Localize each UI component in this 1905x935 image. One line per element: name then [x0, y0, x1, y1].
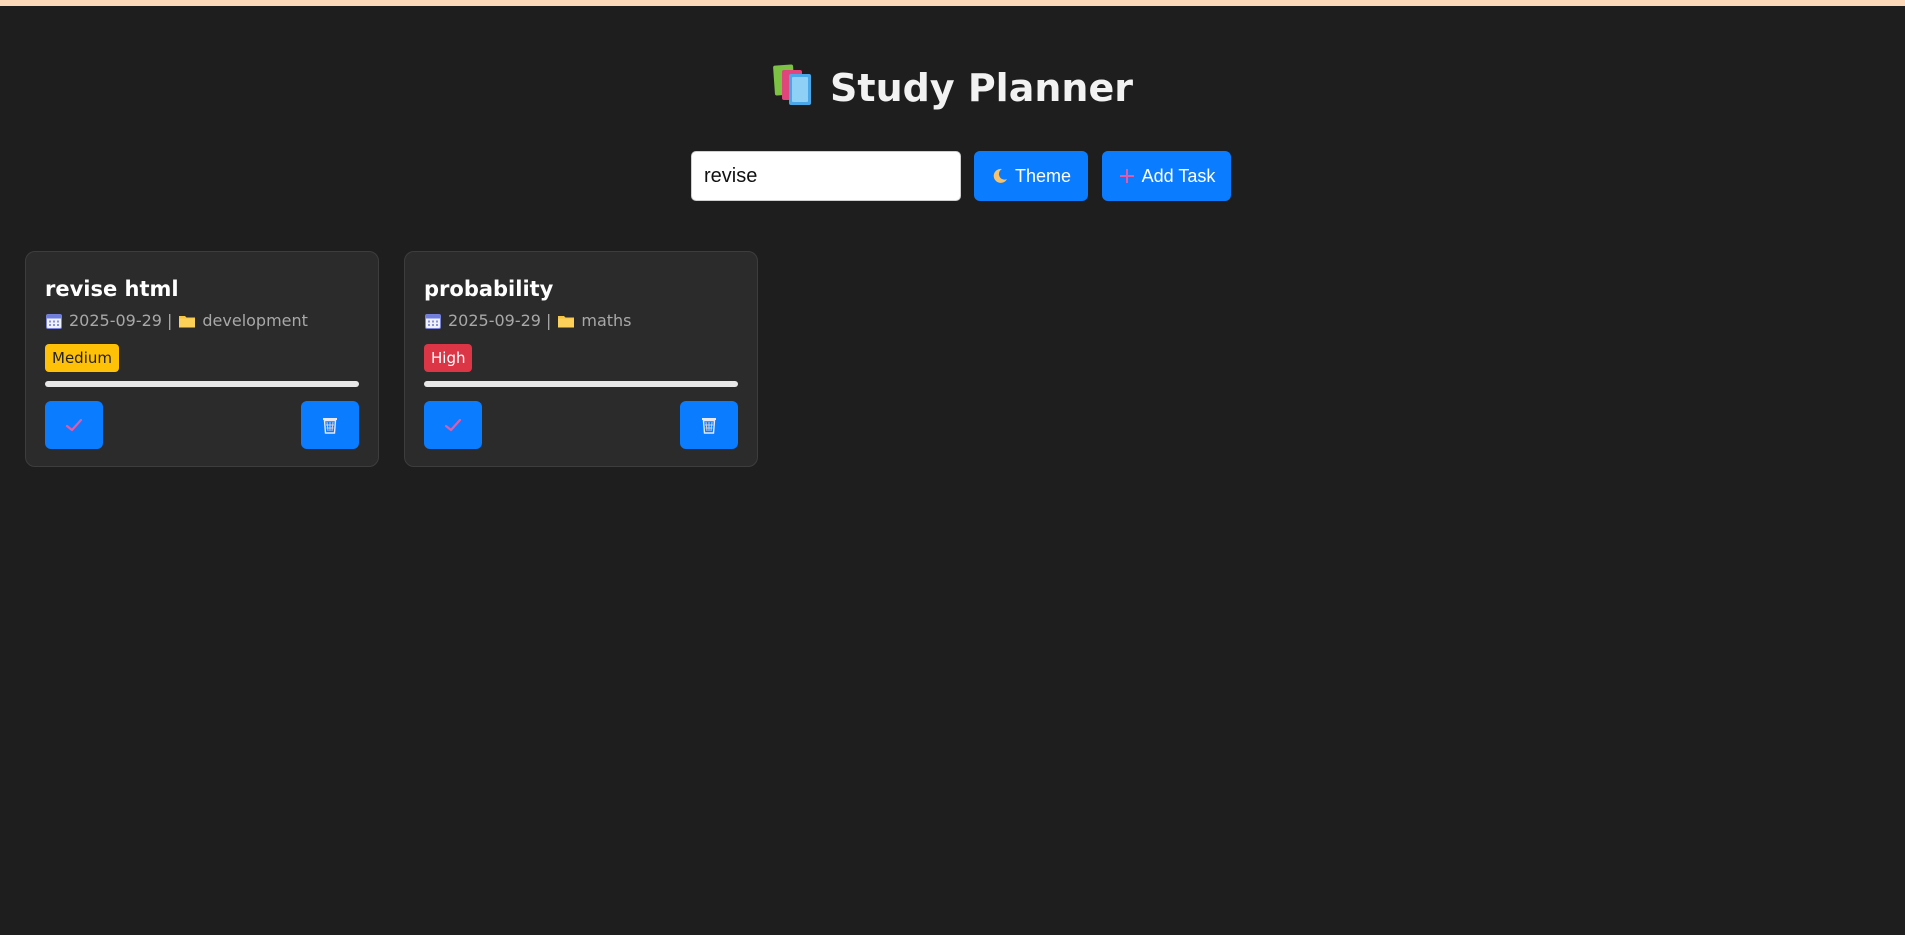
moon-icon	[993, 168, 1007, 183]
progress-bar	[45, 381, 359, 387]
priority-badge: Medium	[45, 344, 119, 372]
meta-separator: |	[166, 311, 173, 330]
page-title: Study Planner	[0, 62, 1905, 114]
study-planner-app: Study Planner Theme Add Task revise html	[0, 0, 1905, 935]
theme-button[interactable]: Theme	[974, 151, 1088, 201]
task-title: revise html	[45, 277, 179, 301]
books-icon	[773, 64, 812, 105]
folder-icon	[558, 316, 575, 328]
task-category: maths	[581, 311, 632, 330]
folder-icon	[179, 316, 196, 328]
task-date: 2025-09-29	[448, 311, 541, 330]
task-card: probability 2025-09-29 | maths High	[404, 251, 758, 467]
task-date: 2025-09-29	[69, 311, 162, 330]
complete-task-button[interactable]	[45, 401, 103, 449]
checkmark-icon	[444, 418, 462, 432]
calendar-icon	[425, 314, 441, 329]
task-category: development	[202, 311, 308, 330]
calendar-icon	[46, 314, 62, 329]
progress-bar	[424, 381, 738, 387]
meta-separator: |	[545, 311, 552, 330]
task-title: probability	[424, 277, 554, 301]
plus-icon	[1119, 169, 1134, 183]
page-title-text: Study Planner	[830, 66, 1133, 110]
task-meta: 2025-09-29 | development	[45, 310, 308, 332]
task-meta: 2025-09-29 | maths	[424, 310, 632, 332]
priority-badge: High	[424, 344, 473, 372]
trash-icon	[702, 418, 716, 434]
checkmark-icon	[65, 418, 83, 432]
delete-task-button[interactable]	[301, 401, 359, 449]
add-task-button[interactable]: Add Task	[1102, 151, 1231, 201]
toolbar: Theme Add Task	[691, 151, 1231, 201]
theme-button-label: Theme	[1014, 165, 1072, 186]
delete-task-button[interactable]	[680, 401, 738, 449]
task-card: revise html 2025-09-29 | development Med…	[25, 251, 379, 467]
trash-icon	[323, 418, 337, 434]
complete-task-button[interactable]	[424, 401, 482, 449]
search-input[interactable]	[691, 151, 961, 201]
add-task-button-label: Add Task	[1141, 165, 1216, 186]
